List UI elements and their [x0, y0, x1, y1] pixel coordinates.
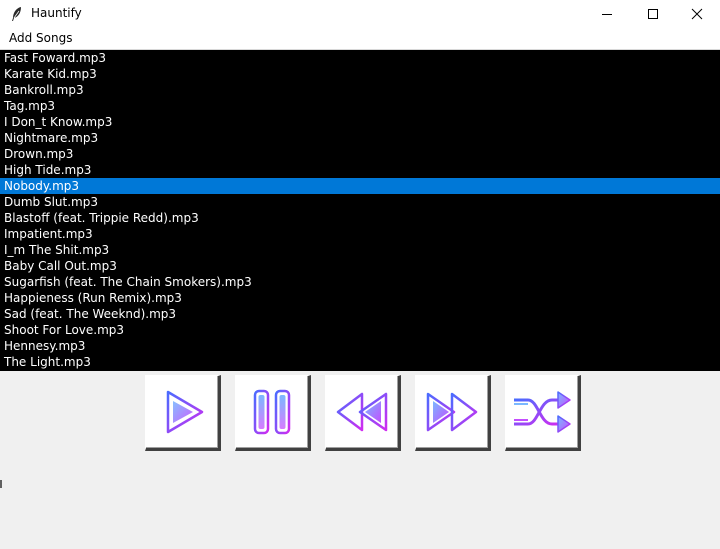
play-button[interactable] [145, 375, 221, 451]
song-item[interactable]: Blastoff (feat. Trippie Redd).mp3 [0, 210, 720, 226]
song-item-selected[interactable]: Nobody.mp3 [0, 178, 720, 194]
song-item[interactable]: Sugarfish (feat. The Chain Smokers).mp3 [0, 274, 720, 290]
close-button[interactable] [674, 0, 720, 28]
menu-bar: Add Songs [0, 28, 720, 50]
previous-button[interactable] [325, 375, 401, 451]
window-title: Hauntify [31, 6, 82, 20]
shuffle-button[interactable] [505, 375, 581, 451]
song-item[interactable]: Karate Kid.mp3 [0, 66, 720, 82]
song-item[interactable]: I Don_t Know.mp3 [0, 114, 720, 130]
song-item[interactable]: Shoot For Love.mp3 [0, 322, 720, 338]
next-button[interactable] [415, 375, 491, 451]
song-item[interactable]: The Light.mp3 [0, 354, 720, 370]
play-icon [166, 390, 204, 434]
minimize-button[interactable] [584, 0, 630, 28]
song-item[interactable]: I_m The Shit.mp3 [0, 242, 720, 258]
song-item[interactable]: Hennesy.mp3 [0, 338, 720, 354]
title-bar[interactable]: Hauntify [0, 0, 720, 28]
minimize-icon [602, 14, 612, 15]
feather-icon [12, 7, 21, 21]
shuffle-icon [514, 391, 571, 433]
song-item[interactable]: Nightmare.mp3 [0, 130, 720, 146]
song-item[interactable]: Dumb Slut.mp3 [0, 194, 720, 210]
song-item[interactable]: Fast Foward.mp3 [0, 50, 720, 66]
maximize-icon [648, 9, 658, 19]
song-item[interactable]: Drown.mp3 [0, 146, 720, 162]
menu-add-songs[interactable]: Add Songs [9, 31, 72, 45]
pause-button[interactable] [235, 375, 311, 451]
maximize-button[interactable] [630, 0, 676, 28]
song-item[interactable]: Baby Call Out.mp3 [0, 258, 720, 274]
song-item[interactable]: Sad (feat. The Weeknd).mp3 [0, 306, 720, 322]
playback-controls [0, 375, 720, 451]
rewind-icon [336, 392, 388, 432]
song-item[interactable]: High Tide.mp3 [0, 162, 720, 178]
song-item[interactable]: Happieness (Run Remix).mp3 [0, 290, 720, 306]
close-icon [691, 8, 703, 20]
resize-edge [0, 480, 2, 488]
song-item[interactable]: Tag.mp3 [0, 98, 720, 114]
song-listbox[interactable]: Fast Foward.mp3 Karate Kid.mp3 Bankroll.mp… [0, 50, 720, 371]
song-item[interactable]: Bankroll.mp3 [0, 82, 720, 98]
song-item[interactable]: Impatient.mp3 [0, 226, 720, 242]
pause-icon [253, 389, 291, 435]
fast-forward-icon [426, 392, 478, 432]
